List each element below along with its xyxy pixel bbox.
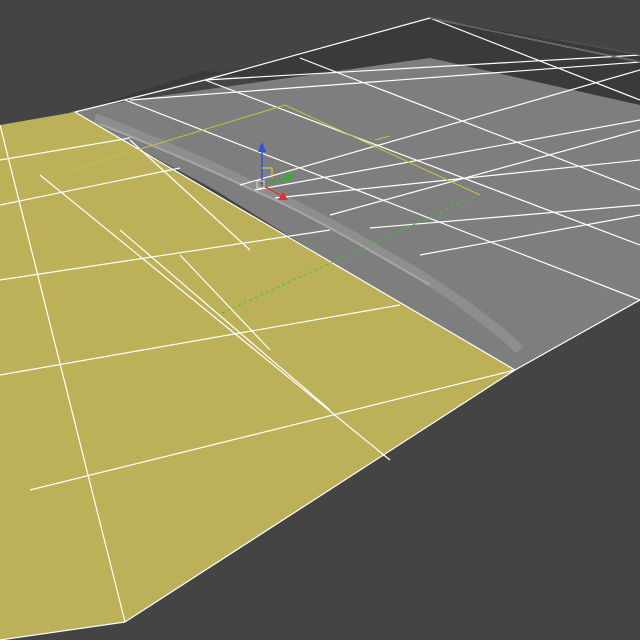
scene-canvas[interactable] <box>0 0 640 640</box>
viewport-perspective[interactable] <box>0 0 640 640</box>
